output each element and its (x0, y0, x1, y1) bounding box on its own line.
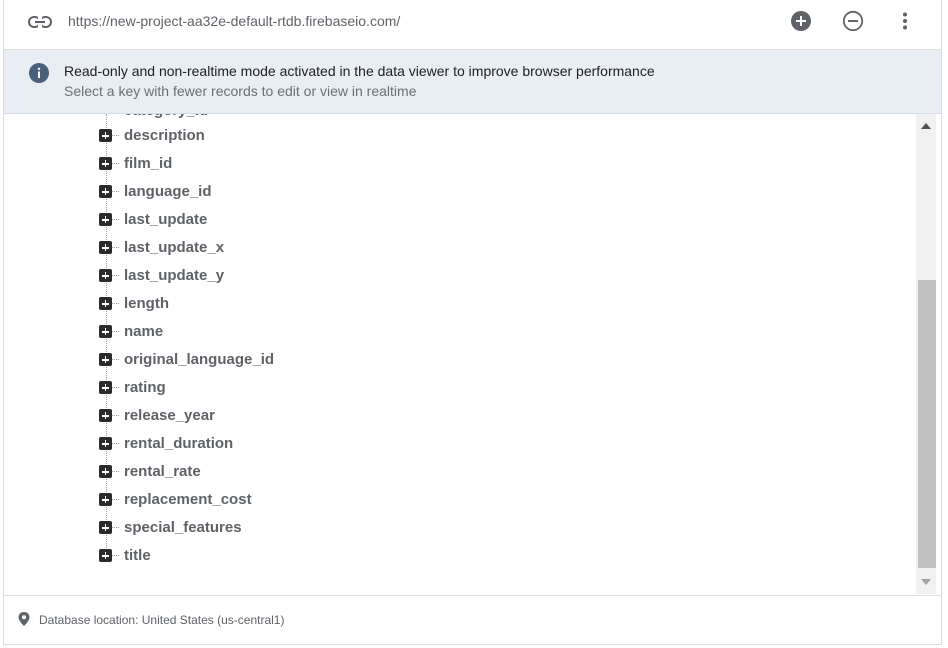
tree-node-key[interactable]: title (124, 547, 151, 564)
tree-node-key[interactable]: film_id (124, 155, 172, 172)
tree-node-key[interactable]: release_year (124, 407, 215, 424)
expand-icon[interactable] (99, 437, 112, 450)
expand-icon[interactable] (99, 241, 112, 254)
tree-node-key[interactable]: last_update_y (124, 267, 224, 284)
tree-node-key[interactable]: name (124, 323, 163, 340)
tree-node-key[interactable]: last_update (124, 211, 207, 228)
tree-node[interactable]: last_update (99, 206, 499, 234)
tree-node-key[interactable]: special_features (124, 519, 242, 536)
banner-subtitle: Select a key with fewer records to edit … (64, 83, 417, 99)
tree-node-key[interactable]: original_language_id (124, 351, 274, 368)
footer: Database location: United States (us-cen… (4, 595, 941, 644)
expand-icon[interactable] (99, 381, 112, 394)
tree-node[interactable]: length (99, 290, 499, 318)
banner-title: Read-only and non-realtime mode activate… (64, 63, 655, 79)
scroll-down-arrow-icon[interactable] (921, 579, 931, 585)
expand-icon[interactable] (99, 157, 112, 170)
expand-icon[interactable] (99, 493, 112, 506)
url-bar: https://new-project-aa32e-default-rtdb.f… (4, 0, 941, 50)
tree-node[interactable]: last_update_y (99, 262, 499, 290)
tree-node[interactable]: last_update_x (99, 234, 499, 262)
expand-icon[interactable] (99, 353, 112, 366)
add-circle-icon[interactable] (790, 10, 812, 32)
expand-icon[interactable] (99, 269, 112, 282)
tree-node[interactable]: name (99, 318, 499, 346)
tree-node[interactable]: rating (99, 374, 499, 402)
tree-node[interactable]: title (99, 542, 499, 570)
more-vert-icon[interactable] (894, 10, 916, 32)
tree-node[interactable]: original_language_id (99, 346, 499, 374)
tree-node[interactable]: replacement_cost (99, 486, 499, 514)
tree-node-key[interactable]: last_update_x (124, 239, 224, 256)
location-pin-icon (18, 612, 30, 626)
tree-node-key[interactable]: length (124, 295, 169, 312)
scrollbar-thumb[interactable] (918, 280, 936, 568)
expand-icon[interactable] (99, 185, 112, 198)
tree-node[interactable]: release_year (99, 402, 499, 430)
tree-node[interactable]: language_id (99, 178, 499, 206)
expand-icon[interactable] (99, 297, 112, 310)
remove-circle-icon[interactable] (842, 10, 864, 32)
tree-node-key[interactable]: description (124, 127, 205, 144)
expand-icon[interactable] (99, 549, 112, 562)
expand-icon[interactable] (99, 409, 112, 422)
tree-node[interactable]: special_features (99, 514, 499, 542)
tree-node-key[interactable]: rating (124, 379, 166, 396)
tree-node[interactable]: rental_duration (99, 430, 499, 458)
tree-node[interactable]: film_id (99, 150, 499, 178)
expand-icon[interactable] (99, 325, 112, 338)
tree-node[interactable]: description (99, 122, 499, 150)
tree-node-key[interactable]: language_id (124, 183, 212, 200)
tree-node[interactable]: rental_rate (99, 458, 499, 486)
expand-icon[interactable] (99, 521, 112, 534)
database-location-text: Database location: United States (us-cen… (39, 613, 285, 627)
data-tree: category_id description film_id language… (4, 114, 914, 594)
partially-visible-key: category_id (124, 114, 208, 119)
link-icon[interactable] (27, 12, 53, 32)
expand-icon[interactable] (99, 465, 112, 478)
expand-icon[interactable] (99, 129, 112, 142)
scroll-up-arrow-icon[interactable] (921, 123, 931, 129)
database-url[interactable]: https://new-project-aa32e-default-rtdb.f… (68, 13, 400, 29)
performance-notice-banner: Read-only and non-realtime mode activate… (4, 50, 941, 114)
tree-node-key[interactable]: replacement_cost (124, 491, 252, 508)
tree-node-key[interactable]: rental_duration (124, 435, 233, 452)
info-icon (29, 63, 49, 83)
vertical-scrollbar[interactable] (916, 114, 936, 594)
expand-icon[interactable] (99, 213, 112, 226)
database-viewer-panel: https://new-project-aa32e-default-rtdb.f… (3, 0, 942, 645)
tree-node-key[interactable]: rental_rate (124, 463, 201, 480)
